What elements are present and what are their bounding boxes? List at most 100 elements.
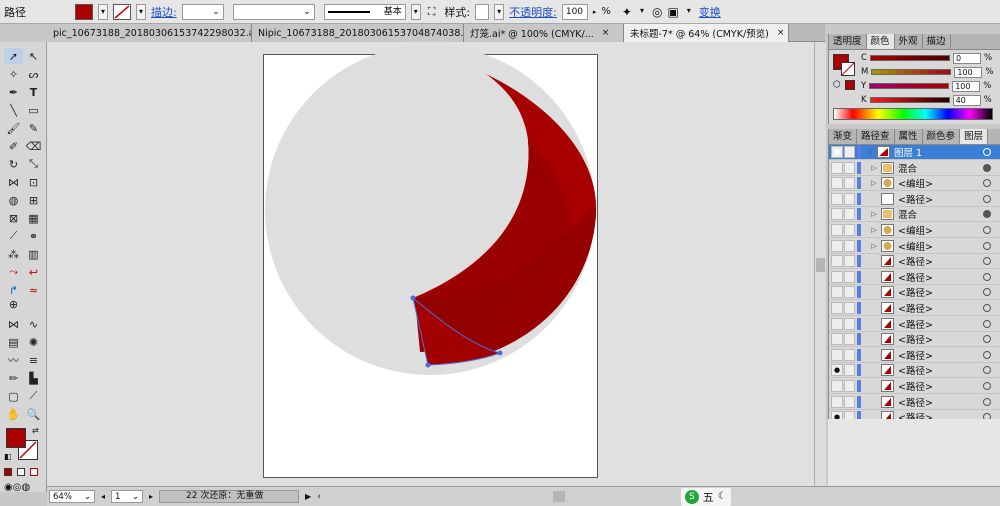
visibility-eye-icon[interactable] [831,208,843,221]
black-slider[interactable] [869,97,950,103]
blend-tool-icon[interactable]: ⚭ [24,228,43,244]
visibility-eye-icon[interactable] [831,380,843,392]
tab-transparency[interactable]: 透明度 [829,34,867,49]
selection-tool-icon[interactable]: ➚ [4,48,23,64]
expand-toggle-icon[interactable]: ▷ [869,210,879,218]
doc-tab-active[interactable]: 未标题-7* @ 64% (CMYK/预览) × [624,24,789,42]
close-icon[interactable]: × [777,28,785,38]
layer-row[interactable]: ▷ <编组> [829,239,1000,254]
layer-row[interactable]: ▷ <编组> [829,223,1000,238]
layer-row[interactable]: <路径> [829,254,1000,270]
lock-toggle[interactable] [844,224,855,236]
lock-toggle[interactable] [844,146,855,158]
paintbrush-icon[interactable]: 🖌 [4,120,23,136]
doc-tab[interactable]: Nipic_10673188_20180306153704874038.ai× [252,24,464,42]
eraser-icon[interactable]: ⌫ [24,138,43,154]
transform-link[interactable]: 变换 [699,4,721,20]
width-tool-icon[interactable]: ⋈ [4,174,23,190]
visibility-eye-icon[interactable] [831,286,843,299]
lock-toggle[interactable] [844,270,855,283]
layer-row[interactable]: ▷ 混合 [829,161,1000,176]
visibility-eye-icon[interactable]: ● [831,146,843,158]
target-circle-icon[interactable] [983,288,991,297]
column-graph-icon[interactable]: ▥ [24,246,43,262]
fill-swatch[interactable] [75,3,93,20]
visibility-eye-icon[interactable] [831,395,843,408]
lock-toggle[interactable] [844,380,855,392]
magic-wand-icon[interactable]: ✧ [4,66,23,82]
target-circle-icon[interactable] [983,226,991,234]
opacity-stepper-icon[interactable]: ▸ [593,8,597,16]
color-mode-icon[interactable] [4,468,12,476]
lock-toggle[interactable] [844,333,855,346]
black-field[interactable]: 40 [952,94,981,106]
layer-row[interactable]: ▷ 混合 [829,207,1000,223]
scroll-thumb[interactable] [816,258,825,272]
none-mode-icon[interactable] [30,468,38,476]
target-circle-icon[interactable] [983,335,991,344]
scroll-left-icon[interactable]: ‹ [317,492,321,502]
target-crosshair-icon[interactable]: ⊕ [4,296,23,312]
lock-toggle[interactable] [844,411,855,419]
crystallize-icon[interactable]: ✺ [24,334,43,350]
path-eraser-icon[interactable]: ≈ [24,282,43,298]
recolor-artwork-icon[interactable]: ✦ [622,5,632,19]
layer-row[interactable]: ● ▽ 图层 1 [829,145,1000,160]
tab-color[interactable]: 颜色 [866,34,895,49]
layer-row[interactable]: <路径> [829,270,1000,285]
layer-row[interactable]: <路径> [829,332,1000,348]
recolor-dropdown-icon[interactable]: ▾ [637,4,647,20]
stroke-swatch[interactable] [113,3,131,20]
cyan-slider[interactable] [869,55,950,61]
target-circle-icon[interactable] [983,241,991,250]
next-artboard-icon[interactable]: ▸ [149,492,153,501]
lock-toggle[interactable] [844,192,855,205]
target-circle-icon[interactable] [983,194,991,203]
first-artboard-icon[interactable]: ◂ [101,492,105,501]
envelope-icon[interactable]: ▤ [4,334,23,350]
eyedropper-icon[interactable]: ⟋ [4,228,23,244]
measure-tool-icon[interactable]: ✏ [4,370,23,386]
horizontal-scroll-thumb[interactable] [552,491,565,502]
visibility-eye-icon[interactable] [831,270,843,283]
layer-row[interactable]: ● <路径> [829,410,1000,419]
artboard-grid-icon[interactable]: ⛶ [428,5,436,19]
visibility-eye-icon[interactable] [831,302,843,314]
default-colors-icon[interactable]: ◧ [4,452,12,461]
convert-anchor-icon[interactable]: ↩ [24,264,43,280]
lock-toggle[interactable] [844,208,855,221]
variable-width-field[interactable]: ⌄ [232,3,315,20]
target-circle-icon[interactable] [983,257,991,266]
panel-stroke-swatch[interactable] [841,62,855,76]
yellow-field[interactable]: 100 [952,80,981,92]
layer-row[interactable]: ● <路径> [829,363,1000,379]
yellow-slider[interactable] [869,83,950,89]
expand-toggle-icon[interactable]: ▷ [869,164,879,172]
pencil-icon[interactable]: ✎ [24,120,43,136]
opacity-field[interactable]: 100 [561,3,588,20]
hand-tool-icon[interactable]: ✋ [4,406,23,422]
visibility-eye-icon[interactable] [831,192,843,205]
stroke-dropdown-icon[interactable]: ▾ [136,3,146,20]
target-circle-icon[interactable] [983,366,991,375]
opacity-link[interactable]: 不透明度: [509,4,557,20]
pen-tool-icon[interactable]: ✒ [4,84,23,100]
brush-dropdown-icon[interactable]: ▾ [410,3,421,20]
tab-attributes[interactable]: 属性 [895,129,923,144]
color-spectrum[interactable] [833,108,993,120]
vertical-scrollbar[interactable] [814,42,826,486]
target-circle-icon[interactable] [983,319,991,328]
magenta-field[interactable]: 100 [954,66,983,78]
target-circle-icon[interactable] [983,163,991,172]
brush-definition-field[interactable]: 基本 [323,3,406,20]
warp-tool-icon[interactable]: ⋈ [4,316,23,332]
web-safe-swatch[interactable] [845,80,855,90]
lock-toggle[interactable] [844,239,855,252]
cyan-field[interactable]: 0 [952,52,981,64]
expand-toggle-icon[interactable]: ▷ [869,226,879,234]
visibility-eye-icon[interactable] [831,333,843,346]
lock-toggle[interactable] [844,364,855,377]
lock-toggle[interactable] [844,161,855,174]
add-anchor-icon[interactable]: ⤳ [4,264,23,280]
gradient-mode-icon[interactable] [17,468,25,476]
